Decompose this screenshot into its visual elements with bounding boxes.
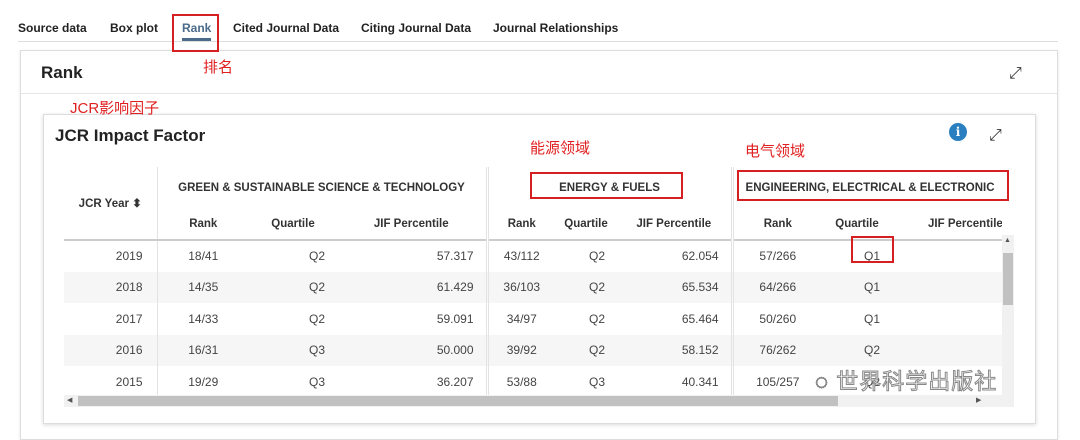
wechat-icon: ◌	[814, 369, 837, 395]
table-cell: 53/88	[485, 366, 556, 395]
col-header-quartile: Quartile	[249, 209, 337, 241]
tab-citing-journal-data[interactable]: Citing Journal Data	[361, 21, 471, 35]
table-cell: Q2	[822, 334, 893, 366]
annotation-box	[172, 14, 219, 52]
table-cell: 39/92	[485, 334, 556, 366]
annotation-box	[851, 236, 894, 263]
table-cell: 78.759	[892, 240, 1002, 272]
table-cell: Q2	[249, 271, 337, 303]
panel-title: Rank	[41, 63, 83, 82]
divider	[21, 93, 1057, 94]
table-row: 201616/31Q350.00039/92Q258.15276/262Q271…	[64, 334, 1002, 366]
col-header-jif-percentile: JIF Percentile	[617, 209, 733, 241]
annotation-box	[530, 172, 683, 199]
table-cell: Q1	[864, 311, 881, 326]
scrollbar-thumb[interactable]	[78, 396, 838, 406]
table-cell: 2016	[64, 334, 157, 366]
table-cell: 80.962	[892, 303, 1002, 335]
table-cell: 65.534	[617, 271, 733, 303]
table-cell: 2017	[115, 311, 143, 326]
table-cell: 65.464	[681, 311, 719, 326]
col-header-quartile: Quartile	[555, 209, 618, 241]
table-cell: Q2	[308, 249, 325, 264]
scroll-left-icon[interactable]: ◀	[67, 396, 72, 404]
table-cell: 57.317	[436, 249, 474, 264]
table-cell: 36.207	[436, 374, 474, 389]
table-cell: 43/112	[485, 240, 556, 272]
col-header-rank: Rank	[485, 209, 556, 241]
table-cell: Q3	[308, 374, 325, 389]
col-header-jif-percentile: JIF Percentile	[892, 209, 1002, 241]
col-header-rank: Rank	[156, 209, 249, 241]
scroll-up-icon[interactable]: ▲	[1004, 237, 1011, 244]
table-row: 2017 14/33 Q2 59.091 34/97 Q2 65.464 50/260 Q1 80…	[64, 303, 1002, 335]
table-cell: 61.429	[337, 271, 488, 303]
watermark-text: 世界科学出版社	[836, 369, 998, 395]
col-header-jif-percentile: JIF Percentile	[337, 209, 488, 241]
group-header: GREEN & SUSTAINABLE SCIENCE & TECHNOLOGY	[156, 167, 488, 209]
annotation-rank: 排名	[203, 59, 234, 76]
table-cell: 76/262	[730, 334, 823, 366]
watermark: ◌ 世界科学出版社	[814, 364, 998, 396]
scrollbar-thumb[interactable]	[1003, 253, 1013, 305]
table-cell: Q2	[589, 311, 606, 326]
jcr-year-label: JCR Year	[78, 198, 129, 210]
table-row: 201814/35Q261.42936/103Q265.53464/266Q17…	[64, 271, 1002, 303]
table-cell: 36/103	[485, 271, 556, 303]
vertical-scrollbar[interactable]: ▲	[1002, 235, 1014, 395]
table-cell: Q2	[308, 311, 325, 326]
rank-table: JCR Year ⬍ GREEN & SUSTAINABLE SCIENCE &…	[64, 167, 1002, 395]
table-cell: Q2	[555, 334, 618, 366]
table-cell: 62.054	[681, 249, 719, 264]
annotation-electrical: 电气领域	[745, 143, 806, 160]
table-cell: 64/266	[730, 271, 823, 303]
expand-icon[interactable]: ⤢	[1009, 65, 1022, 83]
table-cell: 50.000	[337, 334, 488, 366]
info-icon[interactable]: i	[949, 123, 967, 141]
table-cell: 50/260	[730, 303, 823, 335]
col-header-rank: Rank	[730, 209, 823, 241]
table-cell: 2015	[115, 374, 143, 389]
rank-table-viewport: JCR Year ⬍ GREEN & SUSTAINABLE SCIENCE &…	[64, 167, 1002, 395]
table-cell: 34/97	[485, 303, 556, 335]
table-cell: 57/266	[730, 240, 823, 272]
table-cell: 14/35	[156, 271, 249, 303]
card-title: JCR Impact Factor	[55, 126, 206, 145]
table-cell: 40.341	[681, 374, 719, 389]
table-cell: Q1	[822, 271, 893, 303]
scroll-right-icon[interactable]: ▶	[976, 396, 981, 404]
table-cell: 76.128	[892, 271, 1002, 303]
table-cell: 16/31	[156, 334, 249, 366]
table-cell: Q2	[555, 271, 618, 303]
table-cell: 58.152	[617, 334, 733, 366]
table-cell: 105/257	[730, 366, 823, 395]
annotation-box	[737, 170, 1009, 201]
sort-icon[interactable]: ⬍	[132, 198, 142, 210]
horizontal-scrollbar[interactable]: ◀ ▶	[64, 395, 1014, 407]
tab-source-data[interactable]: Source data	[18, 21, 87, 35]
table-cell: 18/41	[156, 240, 249, 272]
table-cell: Q2	[589, 249, 606, 264]
table-cell: 19/29	[156, 366, 249, 395]
table-cell: 2018	[64, 271, 157, 303]
table-cell: 14/33	[156, 303, 249, 335]
tab-journal-relationships[interactable]: Journal Relationships	[493, 21, 618, 35]
tab-cited-journal-data[interactable]: Cited Journal Data	[233, 21, 339, 35]
table-cell: 59.091	[436, 311, 474, 326]
expand-icon[interactable]: ⤢	[989, 127, 1002, 145]
annotation-jcr: JCR影响因子	[70, 100, 160, 117]
table-cell: Q3	[249, 334, 337, 366]
jcr-year-header[interactable]: JCR Year ⬍	[64, 167, 157, 241]
table-cell: Q3	[589, 374, 606, 389]
annotation-energy: 能源领域	[530, 140, 591, 157]
tab-box-plot[interactable]: Box plot	[110, 21, 158, 35]
table-cell: 71.183	[892, 334, 1002, 366]
table-cell: 2019	[115, 249, 143, 264]
